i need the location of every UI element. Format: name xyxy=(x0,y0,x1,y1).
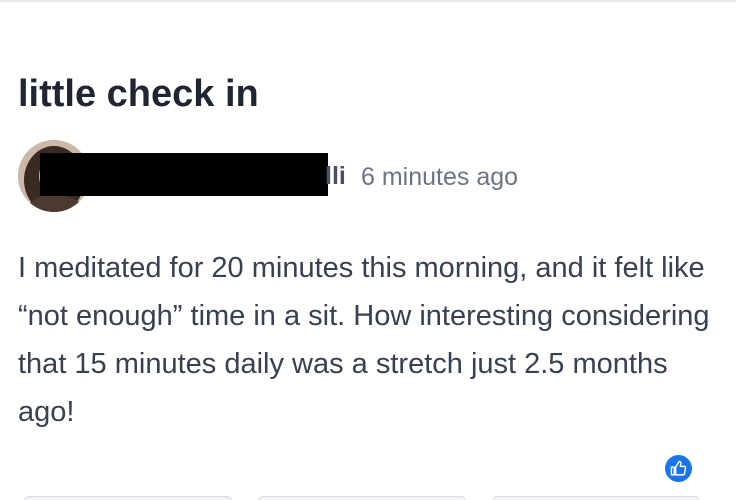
bottom-action-tab[interactable] xyxy=(258,496,466,500)
post-author-row: lli 6 minutes ago xyxy=(18,140,718,214)
bottom-action-tab[interactable] xyxy=(24,496,232,500)
author-name[interactable]: lli xyxy=(325,161,346,191)
post-body: I meditated for 20 minutes this morning,… xyxy=(18,252,710,428)
thumbs-up-icon xyxy=(670,460,687,476)
like-button[interactable] xyxy=(665,455,692,482)
bottom-action-tab[interactable] xyxy=(492,496,700,500)
author-name-redaction xyxy=(40,153,328,196)
post-title: little check in xyxy=(18,73,259,115)
post-timestamp: 6 minutes ago xyxy=(361,163,519,191)
top-divider xyxy=(0,0,736,2)
